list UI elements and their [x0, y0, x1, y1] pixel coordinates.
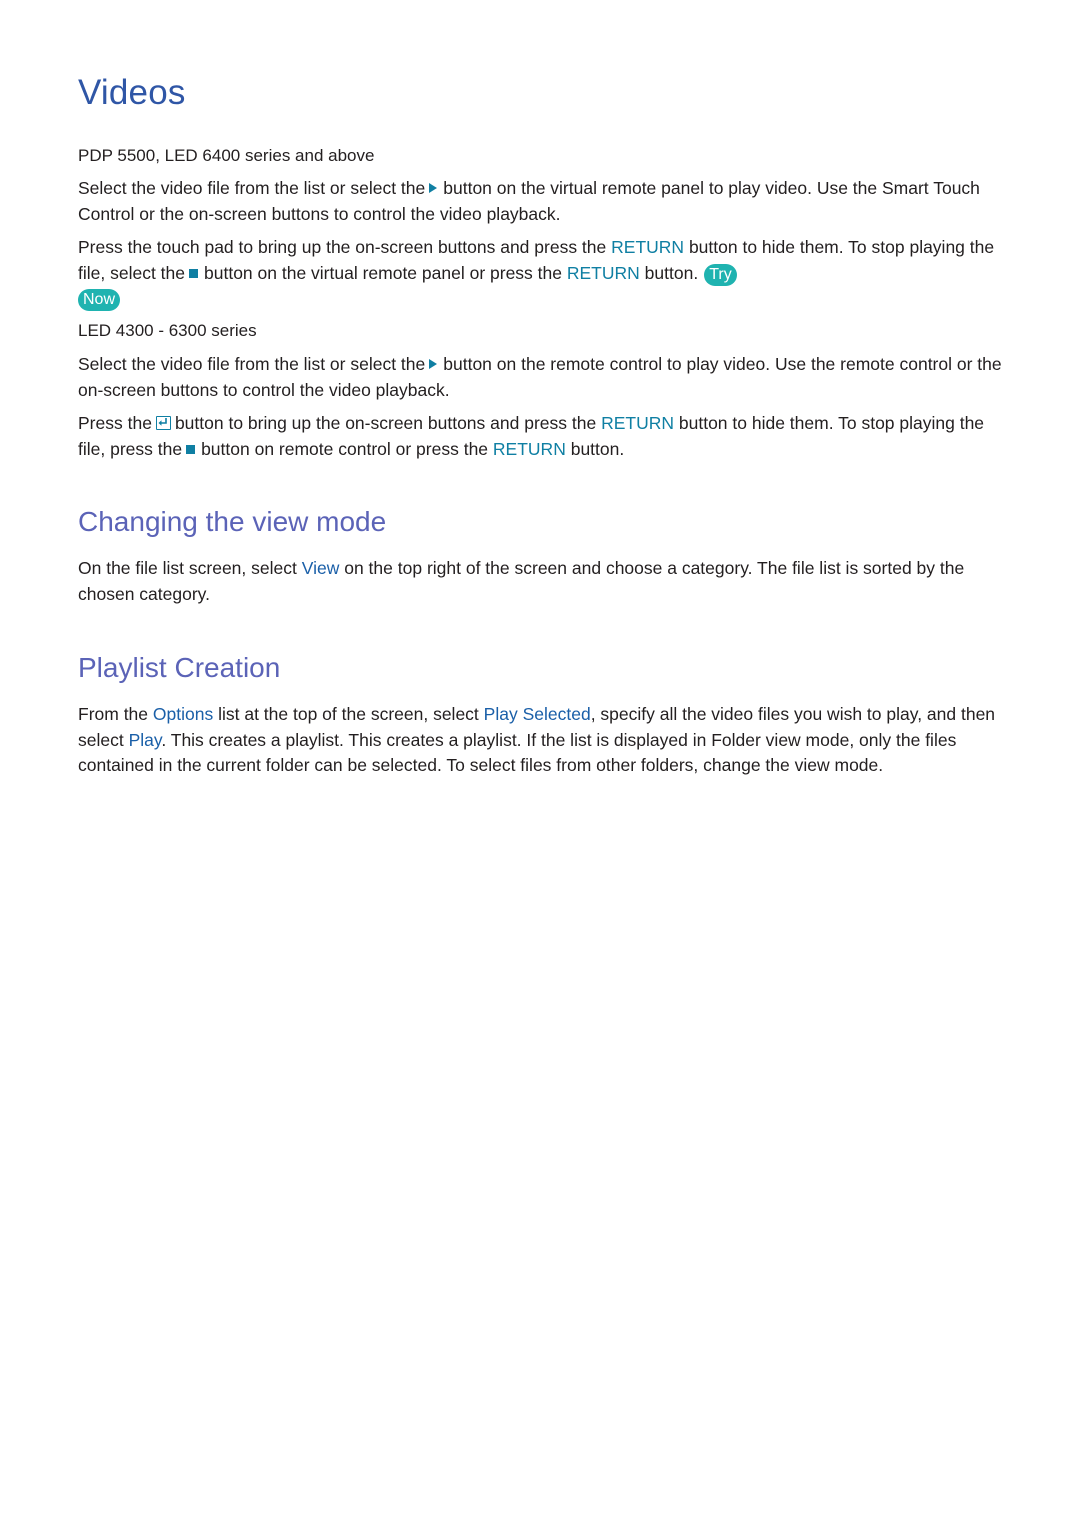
text: . This creates a playlist. This creates … — [78, 729, 957, 776]
subhead-led-series: LED 4300 - 6300 series — [78, 321, 257, 340]
text: button on remote control or press the — [201, 438, 489, 459]
keyword-play-selected: Play Selected — [483, 704, 591, 724]
try-now-button[interactable]: Try — [704, 263, 737, 286]
stop-icon — [189, 268, 198, 278]
text: button. — [570, 438, 625, 459]
paragraph-led-return: Press the button to bring up the on-scree… — [78, 411, 1008, 462]
keyword-return: RETURN — [611, 237, 685, 257]
text: Press the touch pad to bring up the on-s… — [78, 237, 607, 257]
text: button to bring up the on-screen buttons… — [174, 413, 597, 433]
keyword-view: View — [301, 558, 340, 578]
keyword-return: RETURN — [492, 438, 566, 459]
play-icon — [429, 359, 438, 369]
text: On the file list screen, select — [78, 558, 297, 578]
text: list at the top of the screen, select — [218, 704, 479, 724]
text: Select the video file from the list or s… — [78, 178, 426, 198]
heading-changing-view-mode: Changing the view mode — [78, 506, 387, 537]
page-title: Videos — [78, 73, 186, 112]
keyword-play: Play — [128, 729, 162, 750]
text: button. — [644, 262, 699, 283]
text: Select the video file from the list or s… — [78, 354, 426, 374]
paragraph-view-mode: On the file list screen, select View on … — [78, 556, 1008, 607]
heading-playlist-creation: Playlist Creation — [78, 652, 281, 683]
text: button on the virtual remote panel or pr… — [204, 262, 562, 283]
paragraph-playlist: From the Options list at the top of the … — [78, 702, 1008, 779]
subhead-pdp-series: PDP 5500, LED 6400 series and above — [78, 146, 375, 165]
try-now-button[interactable]: Now — [78, 289, 121, 311]
paragraph-led-select-video: Select the video file from the list or s… — [78, 352, 1008, 403]
keyword-options: Options — [152, 704, 214, 724]
enter-icon — [155, 416, 171, 430]
paragraph-pdp-select-video: Select the video file from the list or s… — [78, 176, 1008, 227]
keyword-return: RETURN — [566, 262, 640, 283]
stop-icon — [186, 444, 196, 454]
paragraph-pdp-return: Press the touch pad to bring up the on-s… — [78, 235, 1008, 312]
text: From the — [78, 704, 149, 724]
keyword-return: RETURN — [601, 413, 674, 433]
play-icon — [429, 183, 438, 193]
text: Press the — [78, 413, 152, 433]
